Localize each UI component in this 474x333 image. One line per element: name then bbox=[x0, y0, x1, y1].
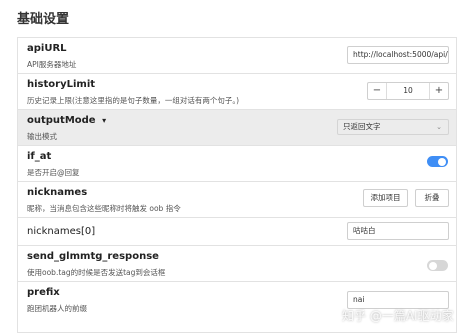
history-limit-stepper[interactable]: − 10 + bbox=[367, 82, 449, 100]
nickname-input[interactable]: 咕咕白 bbox=[347, 222, 449, 240]
setting-row-nicknames: nicknames 昵称，当消息包含这些昵称时将触发 oob 指令 添加项目 折… bbox=[17, 181, 457, 217]
if-at-toggle[interactable] bbox=[427, 156, 448, 167]
setting-label: if_at bbox=[27, 151, 52, 162]
setting-description: 使用oob.tag的时候是否发送tag到会话框 bbox=[27, 268, 166, 277]
setting-description: 昵称，当消息包含这些昵称时将触发 oob 指令 bbox=[27, 204, 181, 213]
add-item-button[interactable]: 添加项目 bbox=[363, 189, 408, 207]
setting-row-nicknames-0: nicknames[0] 咕咕白 bbox=[17, 217, 457, 245]
setting-label: prefix bbox=[27, 287, 60, 298]
section-title: 基础设置 bbox=[17, 12, 70, 27]
setting-description: 跑团机器人的前缀 bbox=[27, 304, 87, 313]
setting-description: 输出模式 bbox=[27, 132, 57, 141]
setting-label: apiURL bbox=[27, 43, 67, 54]
send-glmmtg-response-toggle[interactable] bbox=[427, 260, 448, 271]
setting-row-send-glmmtg-response: send_glmmtg_response 使用oob.tag的时候是否发送tag… bbox=[17, 245, 457, 281]
watermark: 知乎 @一篇AI驱动家 bbox=[342, 309, 454, 323]
setting-row-if-at: if_at 是否开启@回复 bbox=[17, 145, 457, 181]
toggle-knob bbox=[429, 261, 437, 270]
setting-label: historyLimit bbox=[27, 79, 96, 90]
setting-label: outputMode ▾ bbox=[27, 115, 107, 126]
decrement-button[interactable]: − bbox=[368, 83, 387, 99]
history-limit-value[interactable]: 10 bbox=[386, 83, 430, 99]
chevron-down-icon: ⌄ bbox=[436, 123, 442, 131]
setting-row-historylimit: historyLimit 历史记录上限(注意这里指的是句子数量，一组对话有两个句… bbox=[17, 73, 457, 109]
setting-description: 是否开启@回复 bbox=[27, 168, 80, 177]
setting-row-outputmode: outputMode ▾ 输出模式 只返回文字 ⌄ bbox=[17, 109, 457, 145]
chevron-down-icon[interactable]: ▾ bbox=[102, 116, 106, 125]
setting-description: 历史记录上限(注意这里指的是句子数量，一组对话有两个句子。) bbox=[27, 96, 240, 105]
setting-label: nicknames bbox=[27, 187, 88, 198]
increment-button[interactable]: + bbox=[429, 83, 448, 99]
setting-description: API服务器地址 bbox=[27, 60, 77, 69]
apiurl-input[interactable]: http://localhost:5000/api/v1/ bbox=[347, 46, 449, 64]
collapse-button[interactable]: 折叠 bbox=[415, 189, 449, 207]
setting-label: nicknames[0] bbox=[27, 226, 96, 237]
selected-option: 只返回文字 bbox=[343, 122, 381, 131]
output-mode-select[interactable]: 只返回文字 ⌄ bbox=[337, 119, 449, 135]
setting-row-apiurl: apiURL API服务器地址 http://localhost:5000/ap… bbox=[17, 37, 457, 73]
setting-label: send_glmmtg_response bbox=[27, 251, 159, 262]
toggle-knob bbox=[438, 157, 446, 166]
